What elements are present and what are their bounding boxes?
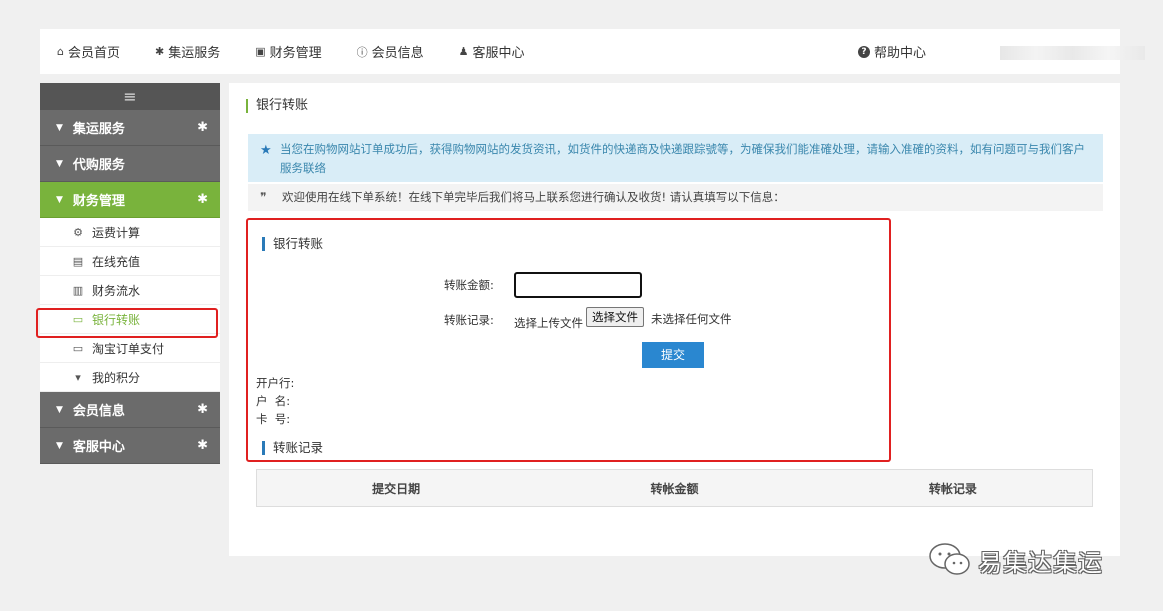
sidebar-section-purchasing[interactable]: ▼ 代购服务	[40, 146, 220, 182]
question-icon: ?	[858, 45, 870, 58]
sidebar-section-customer-service[interactable]: ▼ 客服中心 ✱	[40, 428, 220, 464]
nav-shipping-service[interactable]: ✱ 集运服务	[155, 42, 220, 61]
nav-finance[interactable]: ▣ 财务管理	[255, 42, 321, 61]
sidebar-section-label: 会员信息	[72, 404, 125, 419]
sidebar-item-label: 我的积分	[92, 370, 141, 385]
sidebar-section-finance[interactable]: ▼ 财务管理 ✱	[40, 182, 220, 218]
wechat-icon	[929, 543, 970, 575]
sidebar-section-member-info[interactable]: ▼ 会员信息 ✱	[40, 392, 220, 428]
sidebar-section-label: 客服中心	[72, 440, 125, 455]
column-header-amount: 转帐金额	[650, 481, 699, 496]
gear-icon[interactable]: ✱	[197, 402, 208, 417]
choose-file-button[interactable]: 选择文件	[586, 307, 644, 327]
welcome-text: 欢迎使用在线下单系统！在线下单完毕后我们将马上联系您进行确认及收货! 请认真填写…	[282, 190, 785, 204]
nav-customer-service[interactable]: ♟ 客服中心	[459, 42, 525, 61]
sidebar-item-taobao-payment[interactable]: ▭ 淘宝订单支付	[40, 334, 220, 363]
credit-card-icon: ▭	[72, 341, 84, 355]
transfer-form: 银行转账 转账金额: 转账记录: 选择上传文件 选择文件 未选择任何文件 提交 …	[246, 218, 891, 462]
bank-label: 开户行:	[256, 376, 295, 390]
sidebar: ≡ ▼ 集运服务 ✱ ▼ 代购服务 ▼ 财务管理 ✱ ⚙ 运费计算 ▤ 在线充值…	[40, 83, 220, 464]
caret-down-icon: ▼	[56, 158, 63, 169]
sidebar-section-label: 代购服务	[72, 158, 125, 173]
menu-toggle-icon[interactable]: ≡	[40, 83, 220, 110]
file-status: 未选择任何文件	[651, 312, 732, 326]
submit-button[interactable]: 提交	[642, 342, 704, 368]
money-icon: ▣	[255, 45, 266, 58]
highlight-box	[36, 308, 218, 338]
sidebar-section-label: 集运服务	[72, 122, 125, 137]
user-account-blurred[interactable]	[1000, 46, 1145, 60]
column-header-record: 转帐记录	[928, 481, 977, 496]
caret-down-icon: ▼	[56, 122, 63, 133]
form-title: 银行转账	[262, 237, 323, 251]
caret-down-icon: ▼	[56, 194, 63, 205]
nav-home[interactable]: ⌂ 会员首页	[57, 42, 120, 61]
gift-icon: ▾	[75, 370, 81, 384]
card-icon: ▤	[72, 254, 84, 268]
sidebar-item-finance-flow[interactable]: ▥ 财务流水	[40, 276, 220, 305]
sidebar-item-label: 财务流水	[92, 283, 141, 298]
star-icon: ★	[260, 143, 272, 158]
info-notice: ★ 当您在购物网站订单成功后，获得购物网站的发货资讯，如货件的快递商及快递跟踪號…	[248, 134, 1103, 182]
top-navbar: ⌂ 会员首页 ✱ 集运服务 ▣ 财务管理 ⓘ 会员信息 ♟ 客服中心 ? 帮助中…	[40, 29, 1145, 74]
sidebar-item-freight-calc[interactable]: ⚙ 运费计算	[40, 218, 220, 247]
page-title: 银行转账	[246, 99, 308, 113]
home-icon: ⌂	[57, 45, 64, 58]
caret-down-icon: ▼	[56, 440, 63, 451]
nav-member-label: 会员信息	[371, 46, 424, 61]
gear-icon[interactable]: ✱	[197, 438, 208, 453]
record-label: 转账记录:	[444, 313, 494, 327]
chart-icon: ▥	[72, 283, 84, 297]
info-icon: ⓘ	[356, 45, 368, 59]
comments-icon: ❞	[260, 190, 267, 204]
upload-hint: 选择上传文件	[514, 316, 583, 330]
cogs-icon: ⚙	[73, 225, 83, 239]
notice-text: 当您在购物网站订单成功后，获得购物网站的发货资讯，如货件的快递商及快递跟踪號等，…	[280, 142, 1085, 175]
sidebar-item-label: 在线充值	[92, 254, 141, 269]
wechat-watermark: 易集达集运	[928, 542, 1103, 578]
records-title: 转账记录	[262, 441, 323, 455]
nav-finance-label: 财务管理	[269, 46, 322, 61]
nav-home-label: 会员首页	[67, 46, 120, 61]
sidebar-item-label: 运费计算	[92, 225, 141, 240]
sidebar-item-my-points[interactable]: ▾ 我的积分	[40, 363, 220, 392]
gear-icon[interactable]: ✱	[197, 192, 208, 207]
column-header-date: 提交日期	[372, 481, 421, 496]
account-name-label: 户 名:	[256, 394, 291, 408]
sidebar-item-label: 淘宝订单支付	[92, 341, 165, 356]
sidebar-section-label: 财务管理	[72, 194, 125, 209]
nav-cs-label: 客服中心	[472, 46, 525, 61]
amount-input[interactable]	[514, 272, 642, 298]
finance-submenu: ⚙ 运费计算 ▤ 在线充值 ▥ 财务流水 ▭ 银行转账 ▭ 淘宝订单支付 ▾ 我…	[40, 218, 220, 392]
records-table-header: 提交日期 转帐金额 转帐记录	[256, 469, 1093, 507]
sidebar-section-shipping[interactable]: ▼ 集运服务 ✱	[40, 110, 220, 146]
watermark-text: 易集达集运	[978, 548, 1103, 577]
card-number-label: 卡 号:	[256, 412, 291, 426]
nav-shipping-label: 集运服务	[168, 46, 221, 61]
amount-label: 转账金额:	[444, 278, 494, 292]
nav-help[interactable]: ? 帮助中心	[858, 29, 926, 74]
caret-down-icon: ▼	[56, 404, 63, 415]
nav-member-info[interactable]: ⓘ 会员信息	[356, 42, 424, 62]
user-icon: ♟	[458, 45, 469, 58]
welcome-message: ❞ 欢迎使用在线下单系统！在线下单完毕后我们将马上联系您进行确认及收货! 请认真…	[248, 184, 1103, 211]
gear-icon: ✱	[155, 45, 165, 58]
main-content: 银行转账 ★ 当您在购物网站订单成功后，获得购物网站的发货资讯，如货件的快递商及…	[229, 83, 1120, 556]
nav-help-label: 帮助中心	[874, 46, 927, 61]
sidebar-item-online-recharge[interactable]: ▤ 在线充值	[40, 247, 220, 276]
gear-icon[interactable]: ✱	[197, 120, 208, 135]
